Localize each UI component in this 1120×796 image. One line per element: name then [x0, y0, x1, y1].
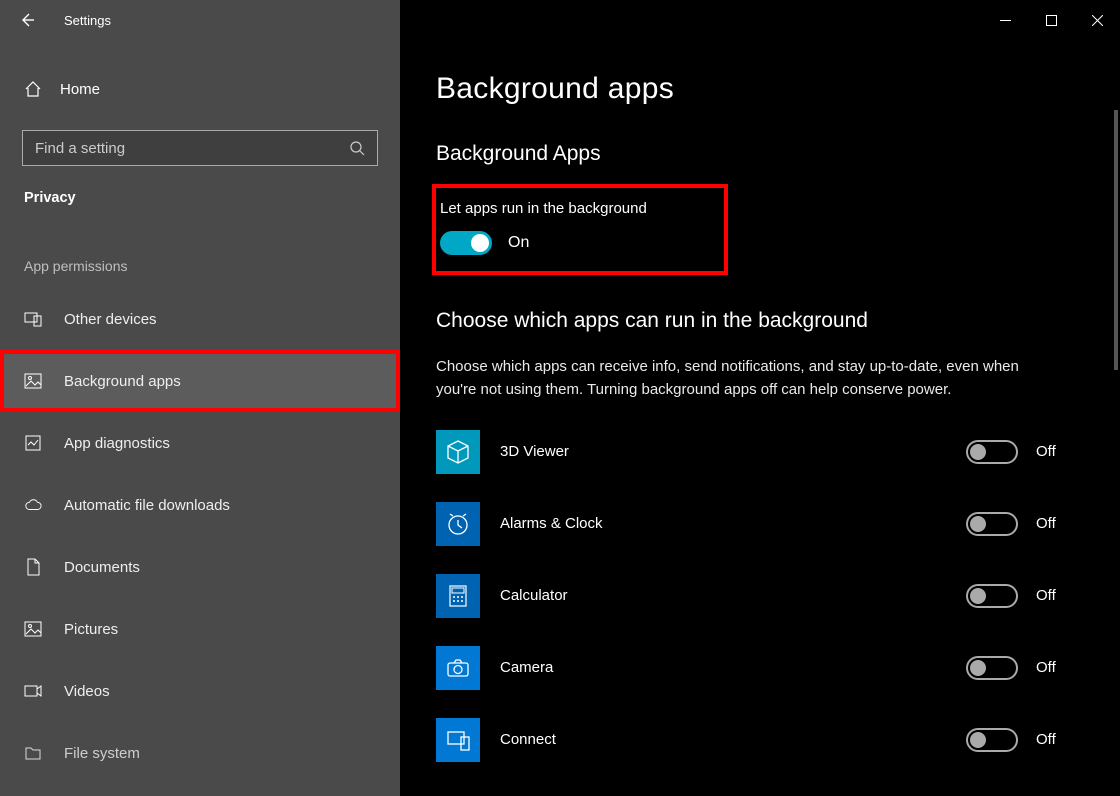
section-choose-apps-title: Choose which apps can run in the backgro…: [436, 309, 1084, 333]
folder-icon: [24, 744, 42, 762]
app-name: Connect: [500, 731, 966, 748]
sidebar: Home Privacy App permissions Other devic…: [0, 40, 400, 796]
master-toggle[interactable]: [440, 231, 492, 255]
sidebar-item-app-diagnostics[interactable]: App diagnostics: [0, 412, 400, 474]
master-toggle-state: On: [508, 234, 529, 252]
sidebar-home-label: Home: [60, 81, 100, 98]
video-icon: [24, 682, 42, 700]
back-icon[interactable]: [18, 11, 36, 29]
minimize-button[interactable]: [982, 4, 1028, 36]
app-icon-connect: [436, 718, 480, 762]
sidebar-section-header: App permissions: [0, 214, 400, 288]
app-name: Camera: [500, 659, 966, 676]
image-icon: [24, 620, 42, 638]
sidebar-category: Privacy: [0, 166, 400, 214]
sidebar-item-label: Automatic file downloads: [64, 497, 230, 514]
app-name: Alarms & Clock: [500, 515, 966, 532]
sidebar-item-documents[interactable]: Documents: [0, 536, 400, 598]
app-icon-3d-viewer: [436, 430, 480, 474]
app-icon-alarms-clock: [436, 502, 480, 546]
section-background-apps-title: Background Apps: [436, 142, 1084, 166]
app-toggle-state: Off: [1036, 731, 1084, 748]
sidebar-item-label: Background apps: [64, 373, 181, 390]
app-row-connect: Connect Off: [436, 718, 1084, 762]
app-toggle-state: Off: [1036, 659, 1084, 676]
sidebar-item-label: Videos: [64, 683, 110, 700]
window-controls: [400, 0, 1120, 40]
search-icon: [349, 140, 365, 156]
sidebar-item-label: Documents: [64, 559, 140, 576]
diagnostics-icon: [24, 434, 42, 452]
window-title: Settings: [64, 13, 111, 28]
sidebar-item-videos[interactable]: Videos: [0, 660, 400, 722]
app-row-camera: Camera Off: [436, 646, 1084, 690]
app-toggle-state: Off: [1036, 587, 1084, 604]
search-input[interactable]: [35, 140, 349, 157]
titlebar-left: Settings: [0, 0, 400, 40]
sidebar-item-other-devices[interactable]: Other devices: [0, 288, 400, 350]
app-toggle-camera[interactable]: [966, 656, 1018, 680]
document-icon: [24, 558, 42, 576]
toggle-knob: [471, 234, 489, 252]
app-name: 3D Viewer: [500, 443, 966, 460]
maximize-button[interactable]: [1028, 4, 1074, 36]
sidebar-item-background-apps[interactable]: Background apps: [0, 350, 400, 412]
app-toggle-alarms-clock[interactable]: [966, 512, 1018, 536]
app-toggle-state: Off: [1036, 443, 1084, 460]
app-icon-calculator: [436, 574, 480, 618]
home-icon: [24, 80, 42, 98]
app-row-calculator: Calculator Off: [436, 574, 1084, 618]
app-row-alarms-clock: Alarms & Clock Off: [436, 502, 1084, 546]
sidebar-item-label: Pictures: [64, 621, 118, 638]
app-toggle-3d-viewer[interactable]: [966, 440, 1018, 464]
sidebar-item-pictures[interactable]: Pictures: [0, 598, 400, 660]
image-icon: [24, 372, 42, 390]
highlight-box: Let apps run in the background On: [432, 184, 728, 275]
devices-icon: [24, 310, 42, 328]
app-name: Calculator: [500, 587, 966, 604]
scrollbar[interactable]: [1114, 110, 1118, 370]
close-button[interactable]: [1074, 4, 1120, 36]
sidebar-item-label: App diagnostics: [64, 435, 170, 452]
app-toggle-calculator[interactable]: [966, 584, 1018, 608]
app-icon-camera: [436, 646, 480, 690]
sidebar-item-label: File system: [64, 745, 140, 762]
sidebar-item-file-system[interactable]: File system: [0, 722, 400, 784]
main-content: Background apps Background Apps Let apps…: [400, 40, 1120, 796]
sidebar-item-automatic-file-downloads[interactable]: Automatic file downloads: [0, 474, 400, 536]
app-row-3d-viewer: 3D Viewer Off: [436, 430, 1084, 474]
sidebar-item-label: Other devices: [64, 311, 157, 328]
app-toggle-connect[interactable]: [966, 728, 1018, 752]
section-description: Choose which apps can receive info, send…: [436, 355, 1026, 402]
sidebar-home[interactable]: Home: [0, 70, 400, 108]
app-toggle-state: Off: [1036, 515, 1084, 532]
page-title: Background apps: [436, 72, 1084, 106]
titlebar: Settings: [0, 0, 1120, 40]
cloud-icon: [24, 496, 42, 514]
search-input-wrap[interactable]: [22, 130, 378, 166]
master-toggle-label: Let apps run in the background: [436, 200, 708, 217]
